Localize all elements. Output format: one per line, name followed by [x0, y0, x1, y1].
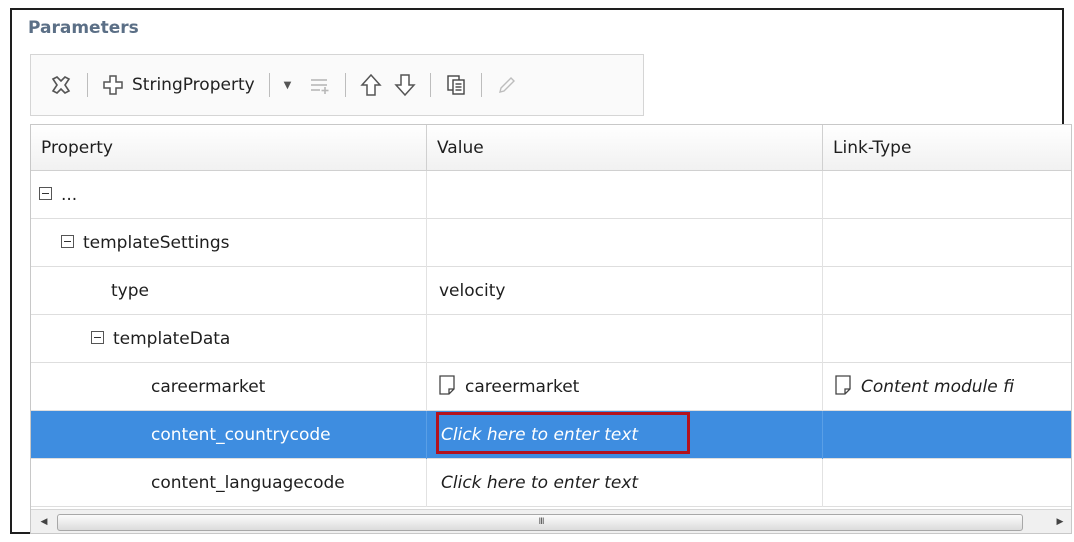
property-cell: type [31, 267, 427, 315]
value-cell[interactable]: velocity [427, 267, 823, 315]
collapse-toggle[interactable] [61, 234, 74, 248]
table-row[interactable]: ... [31, 171, 1071, 219]
link-type-cell [823, 315, 1071, 363]
move-up-button[interactable] [354, 65, 388, 105]
toolbar-separator [268, 73, 270, 97]
table-row[interactable]: templateData [31, 315, 1071, 363]
pencil-icon [499, 77, 516, 93]
property-cell: content_languagecode [31, 459, 427, 507]
delete-button[interactable] [43, 65, 79, 105]
value-input[interactable]: Click here to enter text [427, 411, 823, 459]
property-cell: templateSettings [31, 219, 427, 267]
horizontal-scrollbar[interactable]: ◀ III ▶ [31, 509, 1071, 533]
property-table: Property Value Link-Type ... templateSet… [30, 124, 1072, 534]
column-header-property[interactable]: Property [31, 125, 427, 171]
toolbar-separator [481, 73, 483, 97]
table-row[interactable]: templateSettings [31, 219, 1071, 267]
chevron-down-icon: ▼ [283, 79, 292, 91]
scroll-right-icon[interactable]: ▶ [1049, 510, 1071, 533]
column-header-link-type[interactable]: Link-Type [823, 125, 1071, 171]
copy-button[interactable] [439, 65, 473, 105]
toolbar: StringProperty ▼ [30, 54, 644, 116]
link-type-cell [823, 219, 1071, 267]
link-type-cell [823, 171, 1071, 219]
panel-title: Parameters [28, 18, 139, 38]
property-cell: careermarket [31, 363, 427, 411]
value-input[interactable]: Click here to enter text [427, 459, 823, 507]
link-type-cell: Content module fi [823, 363, 1071, 411]
table-row[interactable]: content_languagecode Click here to enter… [31, 459, 1071, 507]
move-down-button[interactable] [388, 65, 422, 105]
value-cell[interactable]: careermarket [427, 363, 823, 411]
insert-row-button [303, 65, 337, 105]
link-type-cell [823, 459, 1071, 507]
toolbar-separator [430, 73, 432, 97]
value-cell[interactable] [427, 219, 823, 267]
copy-icon [447, 75, 466, 95]
table-row[interactable]: careermarket careermarket Content module… [31, 363, 1071, 411]
type-dropdown-button[interactable]: ▼ [278, 65, 298, 105]
arrow-up-icon [360, 73, 383, 96]
property-cell: templateData [31, 315, 427, 363]
add-string-property-button[interactable]: StringProperty [96, 65, 261, 105]
add-button-label: StringProperty [132, 75, 255, 95]
table-row-selected[interactable]: content_countrycode Click here to enter … [31, 411, 1071, 459]
value-cell[interactable] [427, 315, 823, 363]
table-row[interactable]: type velocity [31, 267, 1071, 315]
insert-row-icon [311, 79, 329, 94]
scroll-left-icon[interactable]: ◀ [33, 510, 55, 533]
toolbar-separator [87, 73, 88, 97]
value-cell[interactable] [427, 171, 823, 219]
document-icon [439, 375, 455, 395]
link-type-cell [823, 411, 1071, 459]
plus-icon [103, 75, 123, 95]
scrollbar-thumb[interactable]: III [57, 514, 1023, 531]
toolbar-separator [345, 73, 347, 97]
arrow-down-icon [394, 74, 417, 97]
delete-icon [51, 76, 71, 94]
collapse-toggle[interactable] [91, 330, 104, 344]
link-type-cell [823, 267, 1071, 315]
property-cell: content_countrycode [31, 411, 427, 459]
table-header: Property Value Link-Type [31, 125, 1071, 171]
column-header-value[interactable]: Value [427, 125, 823, 171]
property-cell: ... [31, 171, 427, 219]
collapse-toggle[interactable] [39, 186, 52, 200]
parameters-panel: Parameters StringProperty ▼ Property Val… [10, 8, 1072, 534]
document-icon [835, 375, 851, 395]
scrollbar-grip: III [538, 517, 545, 527]
edit-button [490, 65, 524, 105]
